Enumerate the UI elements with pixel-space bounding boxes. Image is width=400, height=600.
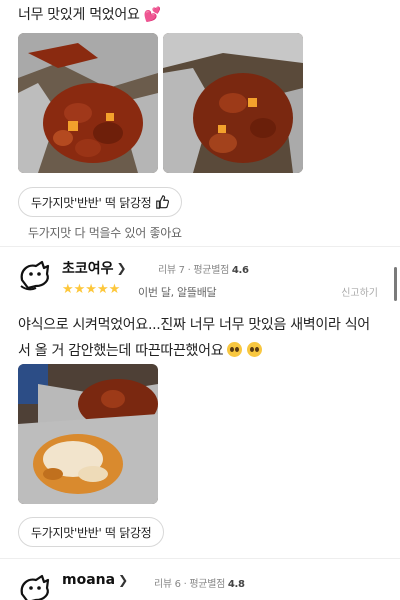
reviewer-stats: 리뷰 6 · 평균별점 4.8	[154, 579, 245, 590]
review-photos	[18, 33, 303, 173]
avatar[interactable]	[18, 572, 52, 600]
pleading-face-emoji	[246, 342, 262, 357]
star-rating: ★★★★★	[62, 282, 121, 297]
reviewer-header: moana ❯ 리뷰 6 · 평균별점 4.8	[18, 572, 388, 600]
review-date: 이번 달, 알뜰배달	[138, 286, 217, 299]
reviewer-stats: 리뷰 7 · 평균별점 4.6	[158, 265, 249, 276]
report-button[interactable]: 신고하기	[341, 284, 378, 299]
review-photo[interactable]	[18, 364, 158, 504]
review-photos	[18, 364, 158, 504]
review-photo[interactable]	[163, 33, 303, 173]
review-text: 너무 맛있게 먹었어요 💕	[18, 7, 161, 23]
review-divider	[0, 246, 400, 247]
menu-tag-chip[interactable]: 두가지맛'반반' 떡 닭강정	[18, 187, 183, 217]
chevron-right-icon: ❯	[116, 261, 127, 275]
scrollbar[interactable]	[394, 267, 397, 301]
reviewer-name[interactable]: moana ❯	[62, 572, 128, 588]
pleading-face-emoji	[227, 342, 243, 357]
chevron-right-icon: ❯	[118, 573, 129, 587]
review-text: 야식으로 시켜먹었어요...진짜 너무 너무 맛있음 새벽이라 식어 서 올 거…	[18, 317, 370, 359]
heart-emoji: 💕	[143, 7, 161, 23]
review-divider	[0, 558, 400, 559]
menu-tag-chip[interactable]: 두가지맛'반반' 떡 닭강정	[18, 517, 165, 547]
avatar[interactable]	[18, 258, 52, 292]
reviewer-name[interactable]: 초코여우 ❯	[62, 258, 127, 278]
reviewer-header: 초코여우 ❯ 리뷰 7 · 평균별점 4.6 ★★★★★ 이번 달, 알뜰배달 …	[18, 258, 388, 299]
thumbs-up-icon	[156, 195, 170, 209]
menu-comment: 두가지맛 다 먹을수 있어 좋아요	[28, 226, 182, 240]
review-photo[interactable]	[18, 33, 158, 173]
